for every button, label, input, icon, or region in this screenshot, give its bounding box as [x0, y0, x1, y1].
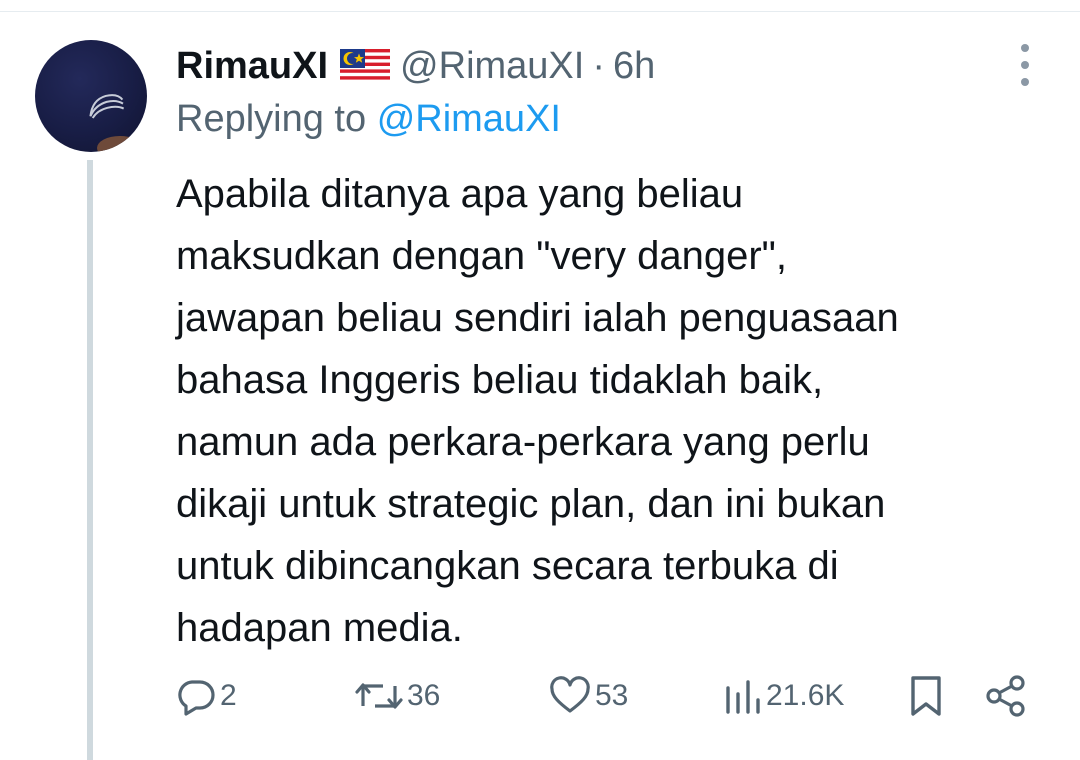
user-handle[interactable]: @RimauXI	[400, 45, 584, 88]
reply-button[interactable]: 2	[176, 666, 237, 726]
tweet-text-line: jawapan beliau sendiri ialah penguasaan	[176, 296, 899, 340]
share-icon	[986, 675, 1025, 717]
reply-to-mention[interactable]: @RimauXI	[377, 98, 561, 140]
tweet-text-line: hadapan media.	[176, 606, 463, 650]
action-bar: 2 36 53 21.6K	[0, 666, 1080, 726]
tweet-text: Apabila ditanya apa yang beliau maksudka…	[176, 163, 1056, 659]
more-options-button[interactable]	[1010, 44, 1040, 86]
bookmark-icon	[911, 676, 941, 716]
tweet-text-line: Apabila ditanya apa yang beliau	[176, 172, 744, 216]
views-button[interactable]: 21.6K	[722, 666, 844, 726]
heart-icon	[550, 676, 590, 713]
avatar-face	[97, 136, 143, 152]
logo-patch	[85, 89, 126, 120]
views-count: 21.6K	[766, 679, 845, 712]
retweet-button[interactable]: 36	[355, 666, 440, 726]
malaysia-flag-icon	[340, 47, 391, 85]
display-name[interactable]: RimauXI	[176, 45, 328, 88]
tweet-text-line: bahasa Inggeris beliau tidaklah baik,	[176, 358, 824, 402]
tweet-text-line: dikaji untuk strategic plan, dan ini buk…	[176, 482, 886, 526]
more-icon	[1021, 44, 1029, 52]
avatar[interactable]	[35, 40, 147, 152]
retweet-icon	[355, 683, 403, 709]
tweet-text-line: untuk dibincangkan secara terbuka di	[176, 544, 839, 588]
bookmark-button[interactable]	[908, 666, 944, 726]
views-icon	[726, 680, 760, 714]
top-divider	[0, 0, 1080, 12]
share-button[interactable]	[984, 666, 1028, 726]
like-button[interactable]: 53	[549, 666, 628, 726]
tweet-text-line: namun ada perkara-perkara yang perlu	[176, 420, 870, 464]
tweet-header: RimauXI @RimauXI · 6h	[176, 38, 655, 94]
retweet-count: 36	[407, 679, 441, 712]
tweet-text-line: maksudkan dengan "very danger",	[176, 234, 787, 278]
replying-to-label: Replying to	[176, 98, 367, 140]
timestamp[interactable]: 6h	[613, 45, 655, 88]
reply-count: 2	[220, 679, 237, 712]
reply-icon	[178, 680, 215, 716]
like-count: 53	[595, 679, 629, 712]
separator: ·	[592, 44, 605, 87]
replying-to: Replying to @RimauXI	[176, 98, 561, 141]
